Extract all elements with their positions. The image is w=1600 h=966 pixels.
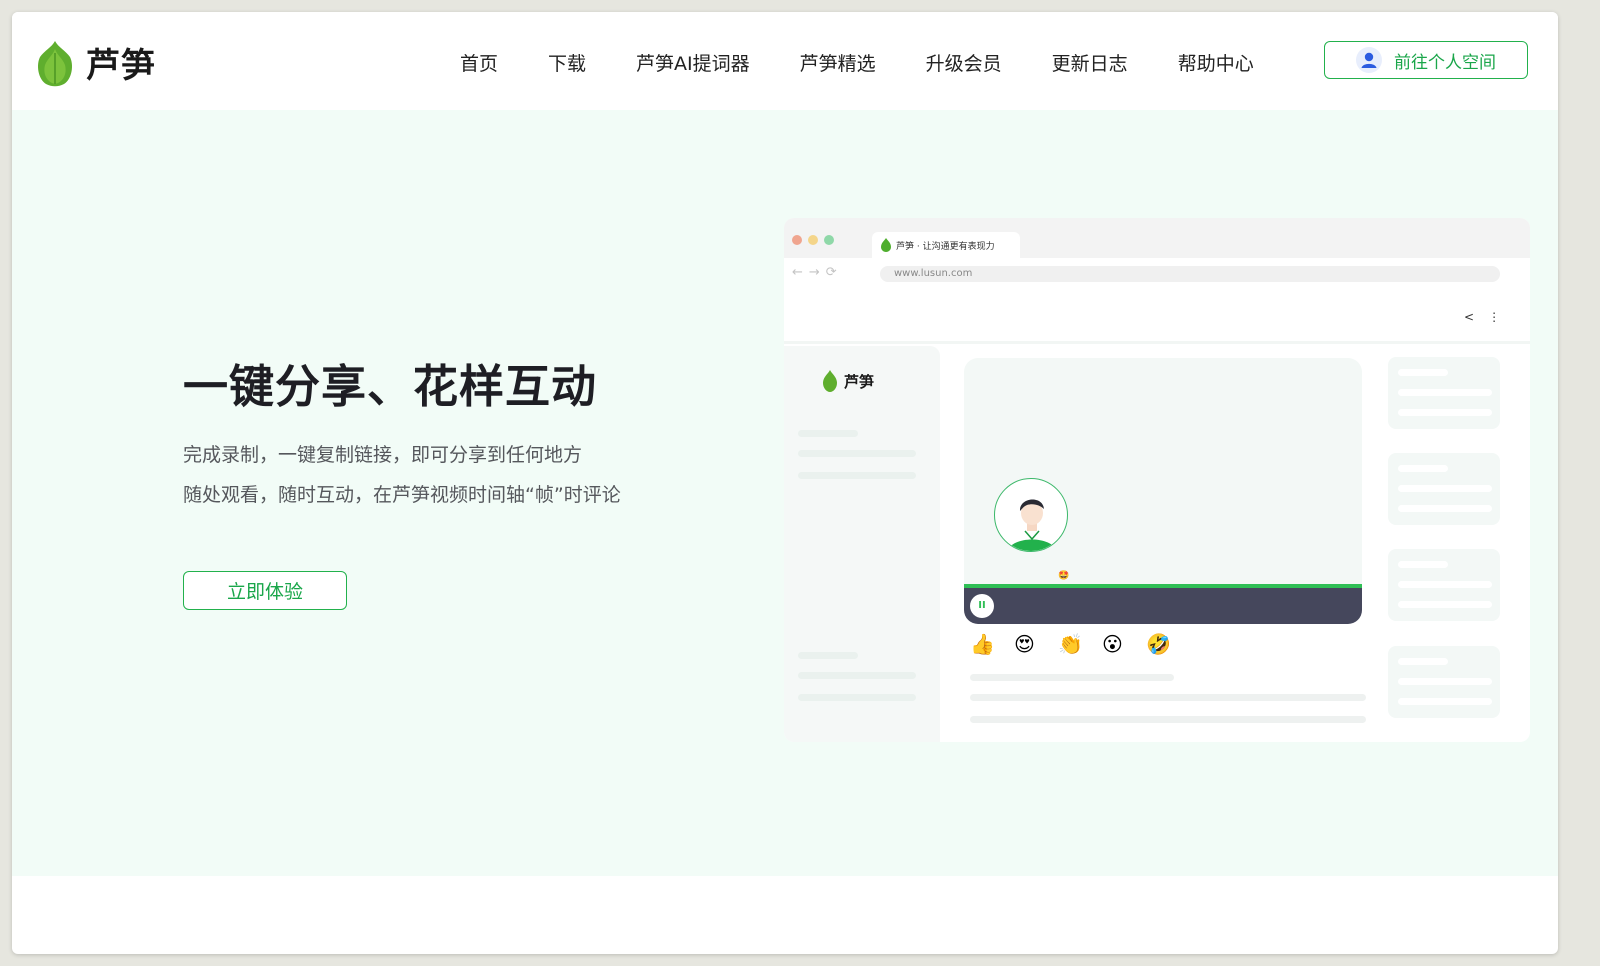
mock-sidebar-brand: 芦笋 (844, 372, 875, 391)
mock-nav-arrows-icon: ←→⟳ (792, 265, 843, 280)
video-controls: II (964, 588, 1362, 624)
mock-toolbar: <⋮ (1464, 310, 1514, 324)
close-dot-icon (792, 235, 802, 245)
minimize-dot-icon (808, 235, 818, 245)
leaf-logo-icon (38, 40, 72, 86)
site-header: 芦笋 首页 下载 芦笋AI提词器 芦笋精选 升级会员 更新日志 帮助中心 前往个… (12, 12, 1558, 110)
placeholder-line (798, 450, 916, 457)
placeholder-line (970, 674, 1174, 681)
mock-sidebar-logo: 芦笋 (822, 370, 874, 392)
browser-window: 芦笋 首页 下载 芦笋AI提词器 芦笋精选 升级会员 更新日志 帮助中心 前往个… (12, 12, 1558, 954)
surprised-icon[interactable]: 😮 (1102, 632, 1146, 656)
try-now-button[interactable]: 立即体验 (183, 571, 347, 610)
placeholder-line (970, 694, 1366, 701)
mock-browser-chrome: 芦笋 · 让沟通更有表现力 (784, 218, 1530, 258)
side-card (1388, 646, 1500, 718)
nav-help[interactable]: 帮助中心 (1178, 49, 1254, 76)
reaction-bar: 👍 😍 👏 😮 🤣 (970, 632, 1190, 656)
mock-tab: 芦笋 · 让沟通更有表现力 (872, 232, 1020, 258)
clap-icon[interactable]: 👏 (1058, 632, 1102, 656)
share-icon: < (1464, 310, 1489, 324)
placeholder-line (970, 716, 1366, 723)
leaf-logo-icon (823, 370, 837, 392)
personal-space-label: 前往个人空间 (1394, 52, 1496, 73)
presenter-avatar (994, 478, 1068, 552)
user-icon (1356, 47, 1382, 73)
product-mockup: 芦笋 · 让沟通更有表现力 ←→⟳ www.lusun.com <⋮ 芦笋 🤩 … (784, 218, 1530, 742)
leaf-logo-icon (881, 238, 891, 252)
side-card (1388, 357, 1500, 429)
main-nav: 首页 下载 芦笋AI提词器 芦笋精选 升级会员 更新日志 帮助中心 (460, 49, 1304, 76)
logo[interactable]: 芦笋 (36, 38, 156, 87)
heart-eyes-icon[interactable]: 😍 (1014, 632, 1058, 656)
mock-tab-title: 芦笋 · 让沟通更有表现力 (896, 241, 995, 252)
hero-section: 一键分享、花样互动 完成录制，一键复制链接，即可分享到任何地方 随处观看，随时互… (12, 110, 1558, 876)
more-vertical-icon: ⋮ (1488, 310, 1515, 324)
side-card (1388, 453, 1500, 525)
nav-home[interactable]: 首页 (460, 49, 498, 76)
placeholder-line (798, 430, 858, 437)
placeholder-line (798, 472, 916, 479)
hero-title: 一键分享、花样互动 (183, 360, 598, 413)
mock-video-player: 🤩 II (964, 358, 1362, 624)
nav-ai-teleprompter[interactable]: 芦笋AI提词器 (636, 49, 750, 76)
mock-url-bar: www.lusun.com (880, 266, 1500, 282)
side-card (1388, 549, 1500, 621)
mock-divider (784, 341, 1530, 344)
placeholder-line (798, 672, 916, 679)
personal-space-button[interactable]: 前往个人空间 (1324, 41, 1528, 79)
laughing-icon[interactable]: 🤣 (1146, 632, 1190, 656)
hero-line-2: 随处观看，随时互动，在芦笋视频时间轴“帧”时评论 (183, 484, 621, 506)
nav-upgrade[interactable]: 升级会员 (926, 49, 1002, 76)
placeholder-line (798, 694, 916, 701)
nav-changelog[interactable]: 更新日志 (1052, 49, 1128, 76)
nav-featured[interactable]: 芦笋精选 (800, 49, 876, 76)
thumbs-up-icon[interactable]: 👍 (970, 632, 1014, 656)
mock-sidebar: 芦笋 (784, 346, 940, 742)
pause-icon[interactable]: II (970, 594, 994, 618)
brand-name: 芦笋 (86, 46, 156, 86)
placeholder-line (798, 652, 858, 659)
maximize-dot-icon (824, 235, 834, 245)
nav-download[interactable]: 下载 (548, 49, 586, 76)
timeline-emoji-icon: 🤩 (1058, 571, 1070, 581)
hero-line-1: 完成录制，一键复制链接，即可分享到任何地方 (183, 444, 583, 466)
